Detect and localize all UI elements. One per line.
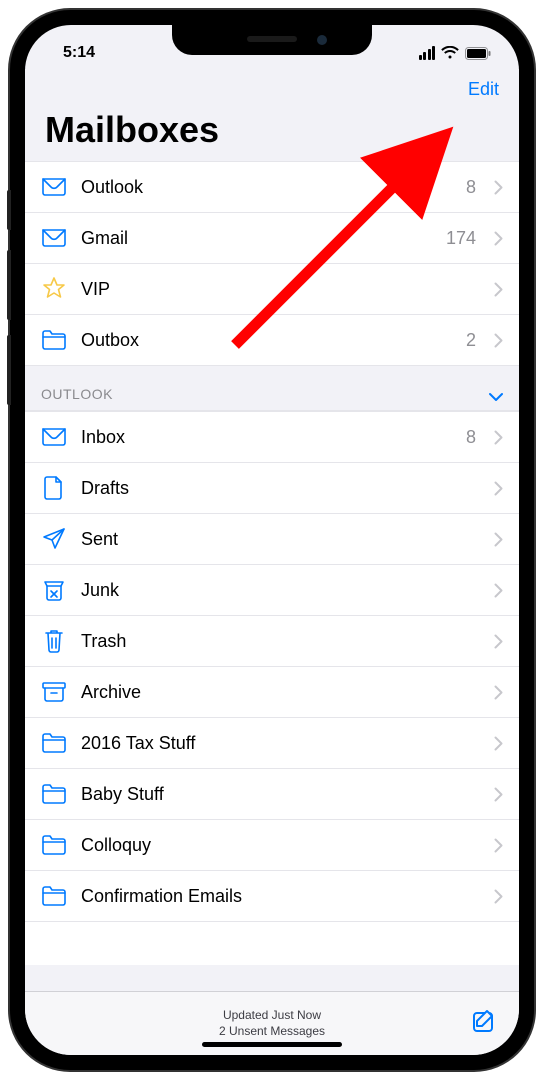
mailbox-label: Outbox [81, 330, 452, 351]
folder-icon [41, 832, 67, 858]
chevron-right-icon [494, 838, 503, 853]
chevron-right-icon [494, 634, 503, 649]
chevron-right-icon [494, 736, 503, 751]
mailbox-row[interactable]: 2016 Tax Stuff [25, 718, 519, 769]
section-title: OUTLOOK [41, 386, 113, 402]
mailbox-label: Junk [81, 580, 480, 601]
mailbox-label: VIP [81, 279, 480, 300]
mailbox-row[interactable]: Inbox 8 [25, 411, 519, 463]
folder-icon [41, 730, 67, 756]
toolbar-status-line2: 2 Unsent Messages [219, 1024, 325, 1040]
chevron-right-icon [494, 889, 503, 904]
mailbox-label: Archive [81, 682, 480, 703]
mailbox-row[interactable]: Drafts [25, 463, 519, 514]
cellular-signal-icon [419, 46, 436, 60]
mailbox-row[interactable]: Outbox 2 [25, 315, 519, 366]
chevron-right-icon [494, 282, 503, 297]
chevron-right-icon [494, 532, 503, 547]
mailbox-row[interactable]: Colloquy [25, 820, 519, 871]
mailbox-row[interactable]: Baby Stuff [25, 769, 519, 820]
star-icon [41, 276, 67, 302]
mailbox-row[interactable]: Archive [25, 667, 519, 718]
inbox-icon [41, 424, 67, 450]
screen: 5:14 Edit Mailboxes Outlook8Gmail174VIPO… [25, 25, 519, 1055]
wifi-icon [441, 46, 459, 60]
toolbar-status: Updated Just Now 2 Unsent Messages [219, 1008, 325, 1039]
mailbox-label: 2016 Tax Stuff [81, 733, 480, 754]
mailbox-label: Inbox [81, 427, 452, 448]
mailbox-label: Outlook [81, 177, 452, 198]
mailbox-count: 8 [466, 177, 476, 198]
battery-icon [465, 47, 491, 60]
mailbox-row[interactable]: Outlook 8 [25, 161, 519, 213]
doc-icon [41, 475, 67, 501]
chevron-right-icon [494, 685, 503, 700]
mailbox-label: Colloquy [81, 835, 480, 856]
send-icon [41, 526, 67, 552]
archive-icon [41, 679, 67, 705]
chevron-right-icon [494, 180, 503, 195]
chevron-down-icon [489, 392, 503, 402]
mailbox-label: Baby Stuff [81, 784, 480, 805]
inbox-icon [41, 174, 67, 200]
mailbox-count: 174 [446, 228, 476, 249]
mailbox-label: Sent [81, 529, 480, 550]
mailbox-row[interactable]: Gmail 174 [25, 213, 519, 264]
mailbox-count: 2 [466, 330, 476, 351]
chevron-right-icon [494, 430, 503, 445]
folder-icon [41, 883, 67, 909]
mailbox-label: Drafts [81, 478, 480, 499]
chevron-right-icon [494, 583, 503, 598]
mailbox-row[interactable]: Junk [25, 565, 519, 616]
mailbox-label: Confirmation Emails [81, 886, 480, 907]
toolbar-status-line1: Updated Just Now [219, 1008, 325, 1024]
chevron-right-icon [494, 481, 503, 496]
navigation-bar: Edit Mailboxes [25, 69, 519, 161]
inbox-icon [41, 225, 67, 251]
device-frame: 5:14 Edit Mailboxes Outlook8Gmail174VIPO… [10, 10, 534, 1070]
mailbox-count: 8 [466, 427, 476, 448]
mailbox-row[interactable]: Trash [25, 616, 519, 667]
mailbox-list[interactable]: Outlook 8 Gmail 174 VIP Outbox 2 OUTLOOK Inbox… [25, 161, 519, 965]
junk-icon [41, 577, 67, 603]
mailbox-row[interactable]: VIP [25, 264, 519, 315]
home-indicator[interactable] [202, 1042, 342, 1047]
chevron-right-icon [494, 231, 503, 246]
mailbox-row[interactable]: Confirmation Emails [25, 871, 519, 922]
chevron-right-icon [494, 787, 503, 802]
mailbox-label: Gmail [81, 228, 432, 249]
mailbox-label: Trash [81, 631, 480, 652]
folder-icon [41, 781, 67, 807]
trash-icon [41, 628, 67, 654]
notch [172, 25, 372, 55]
folder-icon [41, 327, 67, 353]
mailbox-row[interactable]: Sent [25, 514, 519, 565]
chevron-right-icon [494, 333, 503, 348]
page-title: Mailboxes [45, 109, 499, 151]
section-header-outlook[interactable]: OUTLOOK [25, 366, 519, 411]
edit-button[interactable]: Edit [468, 79, 499, 100]
compose-button[interactable] [471, 1008, 497, 1034]
